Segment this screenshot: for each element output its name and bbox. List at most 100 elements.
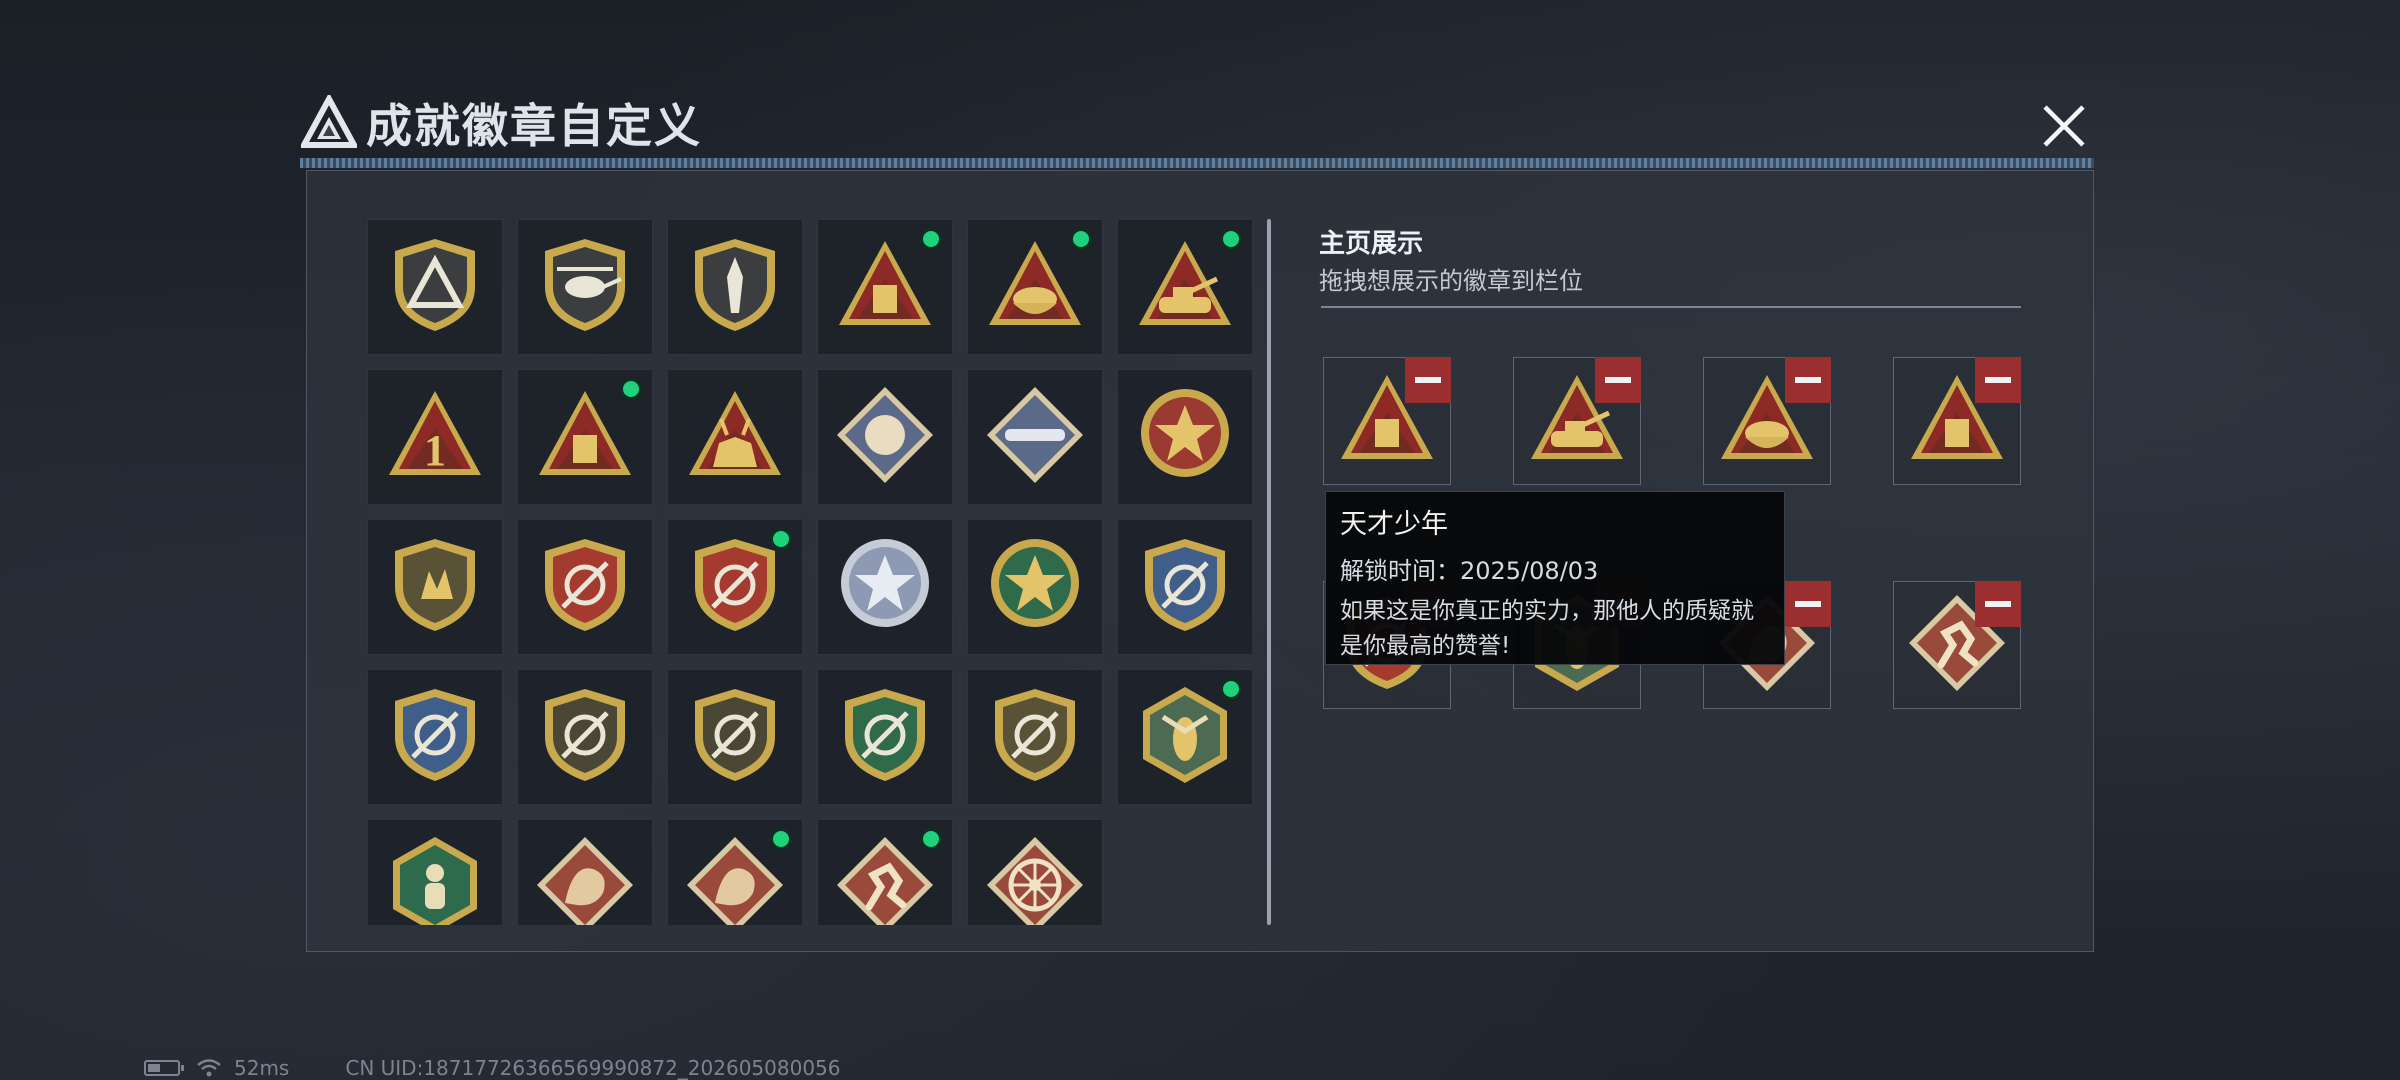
minus-icon [1985, 377, 2011, 383]
window-title-bar: 成就徽章自定义 [300, 92, 702, 154]
tooltip-unlock-time: 解锁时间：2025/08/03 [1340, 557, 1599, 585]
minus-icon [1415, 377, 1441, 383]
badge-cell[interactable] [667, 369, 803, 505]
badge-cell[interactable] [517, 369, 653, 505]
red-gold-stars-badge-icon [683, 533, 787, 641]
battery-icon [144, 1060, 184, 1076]
helicopter-shield-badge-icon [533, 233, 637, 341]
new-indicator-dot [920, 228, 942, 250]
badge-collection-scroll[interactable]: 1 [367, 219, 1267, 925]
badge-cell[interactable] [367, 819, 503, 925]
olive-rifle-badge-icon [533, 683, 637, 791]
bread-bowl-triangle-badge-icon [983, 233, 1087, 341]
remove-slot-button[interactable] [1595, 357, 1641, 403]
showcase-slot[interactable] [1893, 581, 2021, 709]
page-title: 成就徽章自定义 [366, 99, 702, 153]
badge-cell[interactable] [967, 219, 1103, 355]
badge-cell[interactable] [367, 519, 503, 655]
remove-slot-button[interactable] [1785, 357, 1831, 403]
showcase-slot[interactable] [1323, 357, 1451, 485]
remove-slot-button[interactable] [1975, 581, 2021, 627]
badge-collection-grid: 1 [367, 219, 1267, 925]
rose-diamond-badge-icon [833, 383, 937, 491]
blue-crosshair-badge-icon [383, 683, 487, 791]
minus-icon [1795, 377, 1821, 383]
close-button[interactable] [2036, 98, 2092, 154]
badge-cell[interactable] [817, 669, 953, 805]
deer-triangle-badge-icon [683, 383, 787, 491]
showcase-slot[interactable] [1703, 357, 1831, 485]
badge-cell[interactable] [967, 369, 1103, 505]
badge-cell[interactable] [517, 669, 653, 805]
badge-cell[interactable] [1117, 369, 1253, 505]
close-x-icon [2043, 105, 2085, 147]
badge-cell[interactable] [367, 219, 503, 355]
usb-drive-triangle-badge-icon [533, 383, 637, 491]
new-indicator-dot [620, 378, 642, 400]
number-one-triangle-badge-icon: 1 [383, 383, 487, 491]
rocket-launcher-diamond-badge-icon [983, 383, 1087, 491]
badge-cell[interactable] [667, 219, 803, 355]
badge-cell[interactable] [367, 669, 503, 805]
badge-cell[interactable] [817, 519, 953, 655]
wheel-diamond-badge-icon [983, 833, 1087, 925]
new-indicator-dot [1070, 228, 1092, 250]
title-divider [300, 158, 2094, 168]
showcase-slot[interactable] [1893, 357, 2021, 485]
red-gold-laurel-badge-icon [533, 533, 637, 641]
new-indicator-dot [1220, 678, 1242, 700]
badge-cell[interactable] [667, 669, 803, 805]
badge-tooltip: 天才少年 解锁时间：2025/08/03 如果这是你真正的实力，那他人的质疑就是… [1325, 491, 1785, 665]
tooltip-description: 如果这是你真正的实力，那他人的质疑就是你最高的赞誉! [1340, 598, 1754, 659]
showcase-slot[interactable] [1513, 357, 1641, 485]
wifi-icon [197, 1059, 221, 1077]
new-indicator-dot [920, 828, 942, 850]
badge-customize-panel: 1 主页展示 拖拽想展示的徽章到栏位 天才少年 解锁时间：2025/08/03 … [306, 170, 2094, 952]
olive-crosshair-badge-icon [683, 683, 787, 791]
remove-slot-button[interactable] [1785, 581, 1831, 627]
minus-icon [1605, 377, 1631, 383]
hornet-hexagon-badge-icon [1133, 683, 1237, 791]
dragon-diamond-badge-icon [533, 833, 637, 925]
tooltip-title: 天才少年 [1340, 509, 1448, 540]
showcase-divider [1321, 306, 2021, 308]
remove-slot-button[interactable] [1975, 357, 2021, 403]
gold-crossed-rifles-badge-icon [983, 683, 1087, 791]
badge-cell[interactable] [1117, 219, 1253, 355]
blue-rifle-shield-badge-icon [1133, 533, 1237, 641]
badge-cell[interactable] [967, 819, 1103, 925]
badge-cell[interactable] [1117, 669, 1253, 805]
badge-cell[interactable] [517, 519, 653, 655]
badge-cell[interactable] [967, 669, 1103, 805]
minus-icon [1985, 601, 2011, 607]
green-crosshair-badge-icon [833, 683, 937, 791]
new-indicator-dot [1220, 228, 1242, 250]
badge-cell[interactable] [517, 819, 653, 925]
badge-cell[interactable] [667, 819, 803, 925]
badge-cell[interactable] [817, 369, 953, 505]
triangle-shield-badge-icon [383, 233, 487, 341]
scrollbar[interactable] [1267, 219, 1271, 925]
sprinter-diamond-badge-icon [833, 833, 937, 925]
triangle-logo-icon [300, 94, 358, 152]
showcase-subtitle: 拖拽想展示的徽章到栏位 [1319, 267, 1583, 295]
remove-slot-button[interactable] [1405, 357, 1451, 403]
badge-cell[interactable] [817, 219, 953, 355]
dagger-shield-badge-icon [683, 233, 787, 341]
silver-rose-badge-icon [833, 533, 937, 641]
uid-text: CN UID:18717726366569990872_202605080056 [345, 1056, 841, 1080]
badge-cell[interactable] [667, 519, 803, 655]
new-indicator-dot [770, 528, 792, 550]
badge-cell[interactable] [517, 219, 653, 355]
badge-cell[interactable] [817, 819, 953, 925]
gold-hand-shield-badge-icon [383, 533, 487, 641]
ping-text: 52ms [234, 1056, 290, 1080]
status-bar: 52ms CN UID:18717726366569990872_2026050… [144, 1056, 841, 1080]
runner-hexagon-badge-icon [383, 833, 487, 925]
showcase-title: 主页展示 [1319, 229, 1424, 259]
badge-cell[interactable] [967, 519, 1103, 655]
new-indicator-dot [770, 828, 792, 850]
green-star-badge-icon [983, 533, 1087, 641]
badge-cell[interactable]: 1 [367, 369, 503, 505]
badge-cell[interactable] [1117, 519, 1253, 655]
